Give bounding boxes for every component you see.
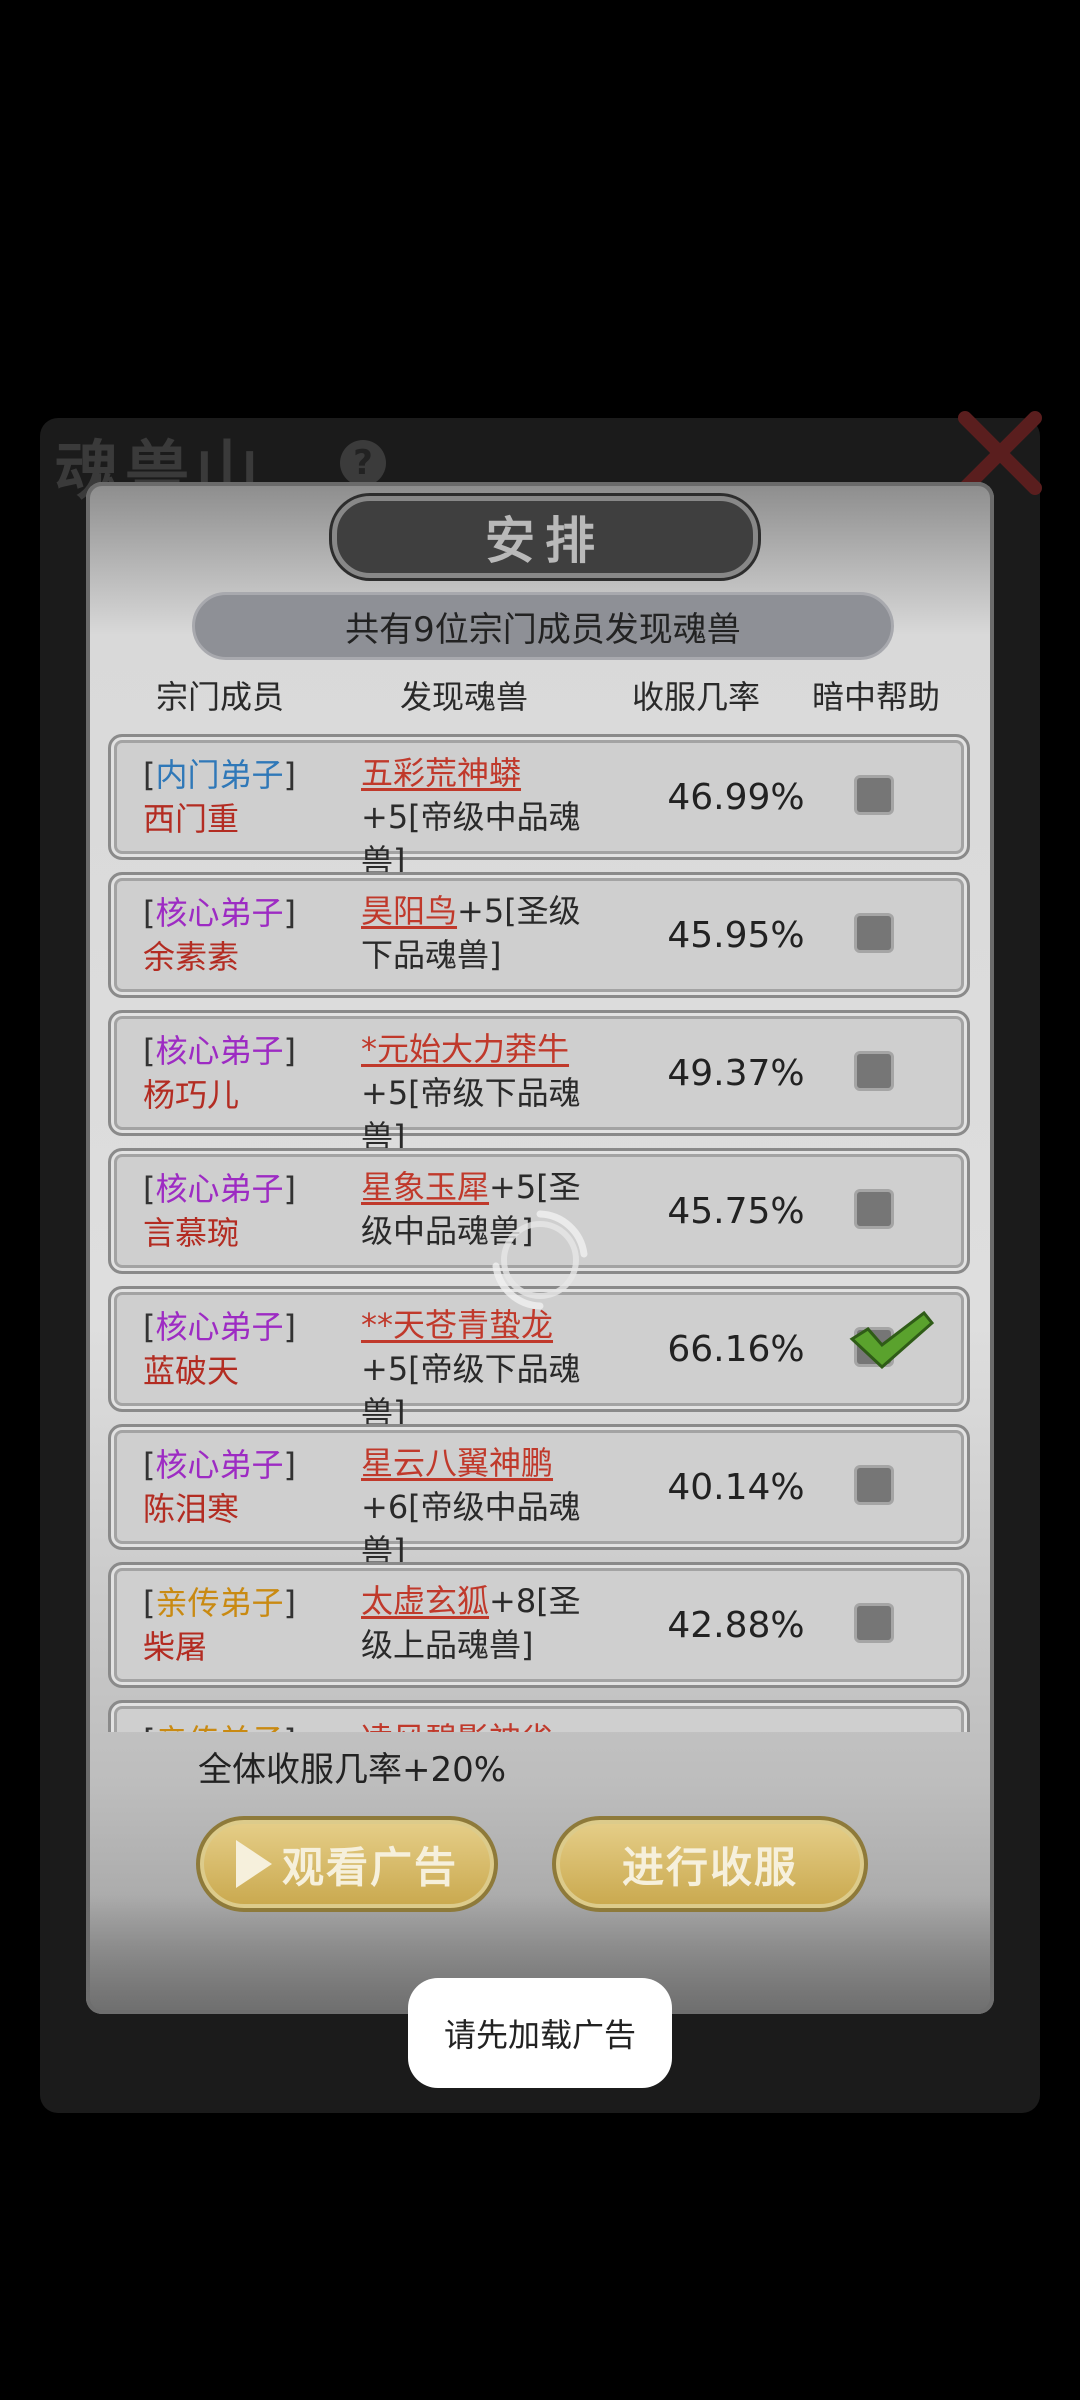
beast-name-link[interactable]: *元始大力莽牛 [361,1030,569,1068]
member-info: [亲传弟子] [143,1719,296,1732]
bracket-open: [ [143,1032,156,1070]
beast-detail: +5[帝级中品魂兽] [361,798,581,880]
member-rank: 核心弟子 [155,1308,284,1346]
bracket-close: ] [283,1584,296,1622]
secret-help-checkbox[interactable] [854,913,894,953]
bracket-close: ] [284,1722,296,1732]
member-row[interactable]: [核心弟子] 陈泪寒 星云八翼神鹏 +6[帝级中品魂兽] 40.14% [108,1424,970,1570]
tame-label: 进行收服 [621,1842,798,1892]
header-help: 暗中帮助 [812,678,941,716]
member-info: [核心弟子] 陈泪寒 [143,1443,296,1531]
beast-name-link[interactable]: 星象玉犀 [361,1168,489,1206]
member-row[interactable]: [亲传弟子] 凌风碧影神雀 [108,1700,970,1732]
bracket-close: ] [283,1308,296,1346]
header-beast: 发现魂兽 [400,678,529,716]
member-rank: 核心弟子 [155,1032,284,1070]
member-name: 西门重 [143,800,240,838]
capture-rate: 45.75% [667,1190,805,1232]
bracket-close: ] [283,1170,296,1208]
dialog-title: 安排 [332,496,758,578]
bracket-close: ] [283,756,296,794]
member-rank: 亲传弟子 [155,1584,284,1622]
bracket-open: [ [143,756,156,794]
beast-detail: +5[帝级下品魂兽] [361,1350,581,1432]
beast-detail: +6[帝级中品魂兽] [361,1488,581,1570]
bracket-open: [ [143,1722,155,1732]
member-info: [内门弟子] 西门重 [143,753,296,841]
member-name: 言慕琬 [143,1214,240,1252]
beast-info: 五彩荒神蟒 +5[帝级中品魂兽] [361,751,611,883]
beast-name-link[interactable]: 星云八翼神鹏 [361,1444,553,1482]
watch-ad-label: 观看广告 [281,1842,458,1892]
member-row[interactable]: [核心弟子] 杨巧儿 *元始大力莽牛 +5[帝级下品魂兽] 49.37% [108,1010,970,1156]
capture-rate: 49.37% [667,1052,805,1094]
member-info: [核心弟子] 蓝破天 [143,1305,296,1393]
member-rank: 核心弟子 [155,1446,284,1484]
bonus-text: 全体收服几率+20% [198,1750,507,1790]
loading-spinner-icon [492,1210,588,1310]
member-rank: 核心弟子 [155,1170,284,1208]
member-rank: 内门弟子 [155,756,284,794]
beast-info: 星云八翼神鹏 +6[帝级中品魂兽] [361,1441,611,1573]
member-info: [亲传弟子] 柴屠 [143,1581,296,1669]
beast-name-link[interactable]: 五彩荒神蟒 [361,754,521,792]
bracket-close: ] [283,1032,296,1070]
beast-info: 凌风碧影神雀 [361,1717,611,1732]
bracket-open: [ [143,1446,156,1484]
capture-rate: 46.99% [667,776,805,818]
beast-name-link[interactable]: 太虚玄狐 [361,1582,489,1620]
bracket-close: ] [283,1446,296,1484]
member-name: 余素素 [143,938,240,976]
member-info: [核心弟子] 杨巧儿 [143,1029,296,1117]
discovery-banner: 共有9位宗门成员发现魂兽 [192,592,894,660]
bottom-bar: 全体收服几率+20% 观看广告 进行收服 [86,1732,994,2014]
bracket-open: [ [143,1584,156,1622]
beast-name-link[interactable]: 昊阳鸟 [361,892,457,930]
header-member: 宗门成员 [156,678,285,716]
beast-info: 太虚玄狐+8[圣级上品魂兽] [361,1579,611,1667]
member-info: [核心弟子] 余素素 [143,891,296,979]
capture-rate: 66.16% [667,1328,805,1370]
member-row[interactable]: [内门弟子] 西门重 五彩荒神蟒 +5[帝级中品魂兽] 46.99% [108,734,970,880]
header-rate: 收服几率 [632,678,761,716]
secret-help-checkbox[interactable] [854,1465,894,1505]
secret-help-checkbox[interactable] [854,1603,894,1643]
bracket-open: [ [143,1308,156,1346]
capture-rate: 45.95% [667,914,805,956]
member-name: 杨巧儿 [143,1076,240,1114]
tame-button[interactable]: 进行收服 [552,1816,868,1912]
capture-rate: 42.88% [667,1604,805,1646]
member-name: 蓝破天 [143,1352,240,1390]
capture-rate: 40.14% [667,1466,805,1508]
toast-message: 请先加载广告 [408,1978,672,2088]
member-rank: 亲传弟子 [155,1722,283,1732]
member-row[interactable]: [亲传弟子] 柴屠 太虚玄狐+8[圣级上品魂兽] 42.88% [108,1562,970,1688]
checkmark-icon [849,1310,935,1370]
secret-help-checkbox[interactable] [854,775,894,815]
beast-detail: +5[帝级下品魂兽] [361,1074,581,1156]
capture-rate [651,1703,821,1732]
play-icon [235,1840,272,1888]
member-row[interactable]: [核心弟子] 余素素 昊阳鸟+5[圣级下品魂兽] 45.95% [108,872,970,998]
secret-help-checkbox[interactable] [854,1189,894,1229]
beast-info: *元始大力莽牛 +5[帝级下品魂兽] [361,1027,611,1159]
table-header: 宗门成员 发现魂兽 收服几率 暗中帮助 [86,672,994,722]
bracket-open: [ [143,1170,156,1208]
beast-info: **天苍青蛰龙+5[帝级下品魂兽] [361,1303,611,1435]
help-icon[interactable]: ? [340,440,386,486]
bracket-open: [ [143,894,156,932]
member-name: 陈泪寒 [143,1490,240,1528]
watch-ad-button[interactable]: 观看广告 [196,1816,498,1912]
member-rank: 核心弟子 [155,894,284,932]
member-name: 柴屠 [143,1628,208,1666]
member-info: [核心弟子] 言慕琬 [143,1167,296,1255]
secret-help-checkbox[interactable] [854,1051,894,1091]
beast-info: 昊阳鸟+5[圣级下品魂兽] [361,889,611,977]
beast-name-link[interactable]: 凌风碧影神雀 [361,1720,553,1732]
bracket-close: ] [283,894,296,932]
